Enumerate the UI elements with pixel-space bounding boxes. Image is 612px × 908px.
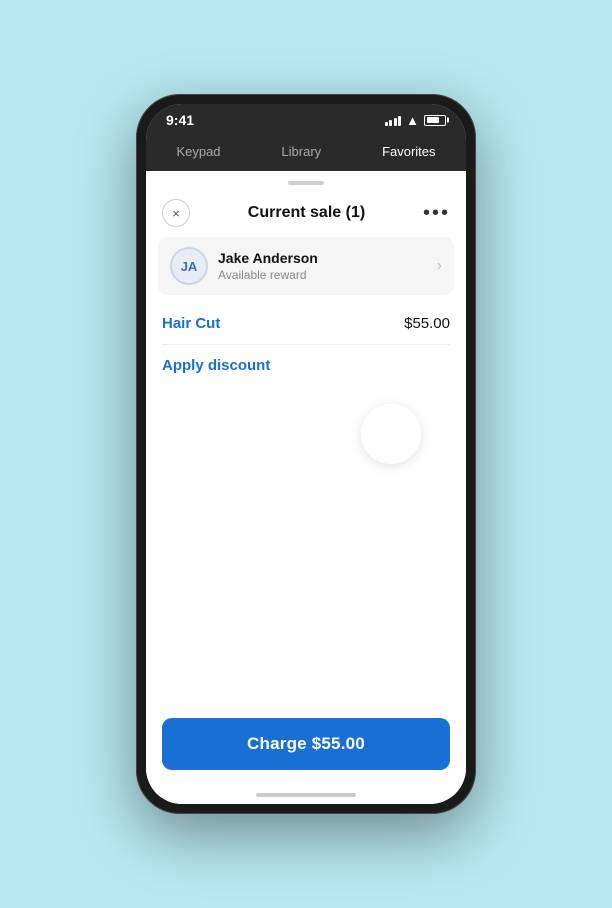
tab-library[interactable]: Library	[273, 142, 329, 161]
customer-name: Jake Anderson	[218, 250, 437, 266]
battery-fill	[427, 117, 440, 123]
phone-screen: 9:41 ▲ Keypad Library Favorites	[146, 104, 466, 804]
bar2	[389, 120, 392, 126]
sale-item-price: $55.00	[404, 315, 450, 332]
status-icons: ▲	[385, 113, 446, 128]
bar3	[394, 118, 397, 126]
home-bar	[256, 793, 356, 797]
close-button[interactable]: ×	[162, 199, 190, 227]
sheet-header: × Current sale (1) •••	[146, 191, 466, 237]
wifi-icon: ▲	[406, 113, 419, 128]
sheet-title: Current sale (1)	[248, 204, 365, 222]
nav-tabs: Keypad Library Favorites	[146, 134, 466, 171]
avatar: JA	[170, 247, 208, 285]
sale-item: Hair Cut $55.00	[162, 307, 450, 340]
customer-info: Jake Anderson Available reward	[218, 250, 437, 282]
sheet-handle	[288, 181, 324, 185]
battery-icon	[424, 115, 446, 126]
bottom-sheet: × Current sale (1) ••• JA Jake Anderson …	[146, 171, 466, 804]
apply-discount-button[interactable]: Apply discount	[162, 349, 270, 382]
home-indicator	[146, 786, 466, 804]
more-options-button[interactable]: •••	[423, 203, 450, 223]
phone-frame: 9:41 ▲ Keypad Library Favorites	[136, 94, 476, 814]
sale-item-name[interactable]: Hair Cut	[162, 315, 220, 332]
tab-keypad[interactable]: Keypad	[168, 142, 228, 161]
chevron-right-icon: ›	[437, 257, 442, 275]
customer-card[interactable]: JA Jake Anderson Available reward ›	[158, 237, 454, 295]
customer-reward-label: Available reward	[218, 268, 437, 282]
status-time: 9:41	[166, 112, 194, 128]
bar4	[398, 116, 401, 126]
signal-bars-icon	[385, 114, 402, 126]
bar1	[385, 122, 388, 126]
status-bar: 9:41 ▲	[146, 104, 466, 134]
charge-btn-wrap: Charge $55.00	[146, 706, 466, 786]
tab-favorites[interactable]: Favorites	[374, 142, 443, 161]
charge-button[interactable]: Charge $55.00	[162, 718, 450, 770]
sale-content: Hair Cut $55.00 Apply discount	[146, 307, 466, 706]
divider	[162, 344, 450, 345]
